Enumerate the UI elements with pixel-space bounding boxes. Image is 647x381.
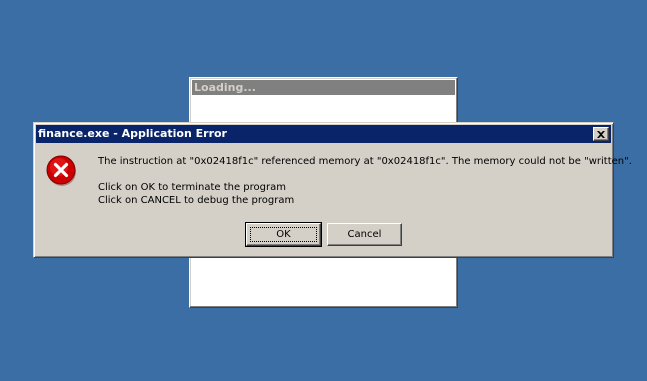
cancel-button-label: Cancel xyxy=(347,229,382,240)
close-icon xyxy=(597,130,605,138)
message-line-ok: Click on OK to terminate the program xyxy=(98,182,286,193)
loading-window-title: Loading... xyxy=(194,81,256,94)
ok-button[interactable]: OK xyxy=(245,222,322,247)
dialog-title: finance.exe - Application Error xyxy=(38,127,227,140)
close-button[interactable] xyxy=(593,127,609,141)
error-message: The instruction at "0x02418f1c" referenc… xyxy=(98,155,632,207)
message-line-instruction: The instruction at "0x02418f1c" referenc… xyxy=(98,156,632,167)
dialog-titlebar[interactable]: finance.exe - Application Error xyxy=(36,125,611,143)
error-icon xyxy=(46,155,76,186)
error-dialog: finance.exe - Application Error The inst… xyxy=(33,122,632,258)
loading-window-titlebar[interactable]: Loading... xyxy=(192,80,455,95)
cancel-button[interactable]: Cancel xyxy=(327,223,402,246)
ok-button-label: OK xyxy=(276,229,291,240)
message-line-cancel: Click on CANCEL to debug the program xyxy=(98,195,295,206)
